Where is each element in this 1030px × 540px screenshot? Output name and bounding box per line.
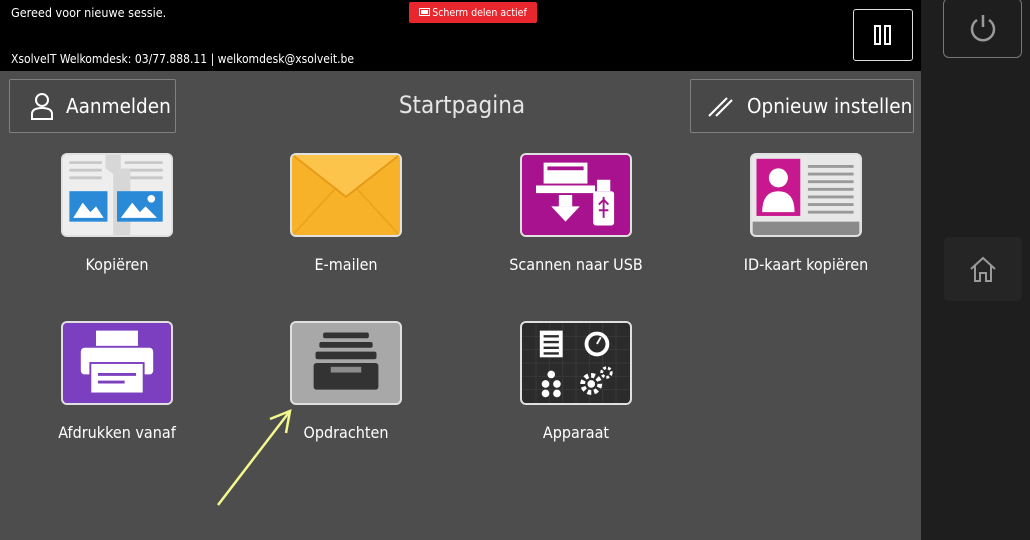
app-label-scannen-naar-usb: Scannen naar USB <box>509 255 643 274</box>
pause-icon <box>874 25 891 45</box>
helpdesk-info: XsolveIT Welkomdesk: 03/77.888.11 | welk… <box>11 52 355 66</box>
status-message: Gereed voor nieuwe sessie. <box>11 5 167 20</box>
device-icon <box>520 321 632 405</box>
app-label-e-mailen: E-mailen <box>314 255 378 274</box>
user-icon <box>31 93 53 120</box>
screen-share-label: Scherm delen actief <box>432 6 527 19</box>
app-id-kaart-kopieren[interactable]: ID-kaart kopiëren <box>716 153 896 274</box>
app-scannen-naar-usb[interactable]: Scannen naar USB <box>486 153 666 274</box>
home-icon <box>970 256 996 282</box>
copy-icon <box>61 153 173 237</box>
status-bar: Gereed voor nieuwe sessie. XsolveIT Welk… <box>0 0 921 71</box>
app-label-opdrachten: Opdrachten <box>303 423 389 442</box>
scan-usb-icon <box>520 153 632 237</box>
app-afdrukken-vanaf[interactable]: Afdrukken vanaf <box>27 321 207 442</box>
screen-share-badge: Scherm delen actief <box>409 2 537 23</box>
app-kopieren[interactable]: Kopiëren <box>27 153 207 274</box>
printer-icon <box>61 321 173 405</box>
app-opdrachten[interactable]: Opdrachten <box>256 321 436 442</box>
envelope-icon <box>290 153 402 237</box>
app-label-kopieren: Kopiëren <box>85 255 149 274</box>
power-icon <box>970 15 995 42</box>
login-label: Aanmelden <box>66 94 171 118</box>
app-apparaat[interactable]: Apparaat <box>486 321 666 442</box>
printer-screen: Gereed voor nieuwe sessie. XsolveIT Welk… <box>0 0 921 540</box>
reset-button[interactable]: Opnieuw instellen <box>690 79 914 133</box>
jobs-tray-icon <box>290 321 402 405</box>
screen-share-icon <box>419 7 431 19</box>
app-e-mailen[interactable]: E-mailen <box>256 153 436 274</box>
pause-button[interactable] <box>853 9 913 61</box>
login-button[interactable]: Aanmelden <box>9 79 176 133</box>
app-label-afdrukken-vanaf: Afdrukken vanaf <box>58 423 176 442</box>
page-title: Startpagina <box>398 91 526 119</box>
app-label-id-kaart-kopieren: ID-kaart kopiëren <box>743 255 869 274</box>
home-button[interactable] <box>944 237 1022 301</box>
id-card-icon <box>750 153 862 237</box>
app-label-apparaat: Apparaat <box>542 423 610 442</box>
reset-icon <box>708 97 733 117</box>
power-button[interactable] <box>943 0 1022 58</box>
reset-label: Opnieuw instellen <box>747 94 913 118</box>
